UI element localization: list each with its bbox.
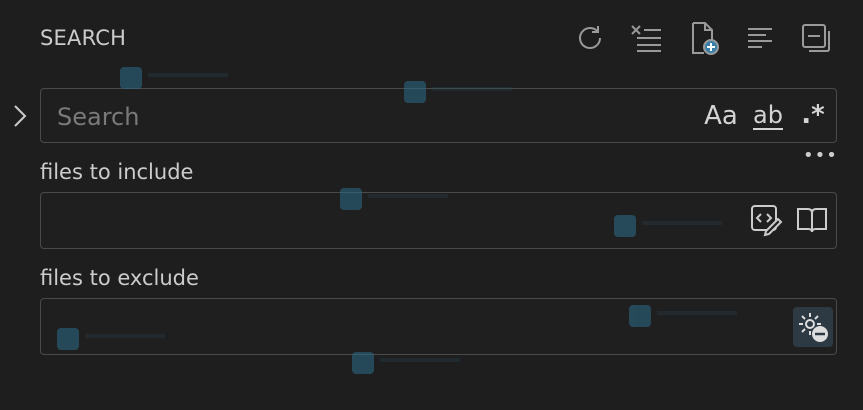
search-title: SEARCH	[40, 26, 127, 50]
watermark-logo	[352, 352, 460, 374]
watermark-logo	[340, 188, 448, 210]
clear-results-icon[interactable]	[626, 18, 666, 58]
use-regex-toggle[interactable]: .*	[796, 95, 830, 135]
search-input[interactable]	[55, 89, 679, 144]
watermark-logo	[57, 328, 165, 350]
files-to-include-label: files to include	[40, 160, 194, 184]
toggle-replace-chevron-icon[interactable]	[6, 96, 34, 136]
files-to-exclude-label: files to exclude	[40, 266, 199, 290]
watermark-logo	[120, 67, 228, 89]
refresh-icon[interactable]	[570, 18, 610, 58]
search-only-open-editors-icon[interactable]	[748, 202, 784, 238]
book-icon[interactable]	[794, 202, 830, 238]
files-to-exclude-box	[40, 298, 837, 356]
watermark-logo	[404, 81, 512, 103]
view-as-list-icon[interactable]	[740, 18, 780, 58]
watermark-logo	[614, 215, 722, 237]
whole-word-label: ab	[753, 101, 783, 130]
new-search-editor-icon[interactable]	[684, 18, 724, 58]
use-exclude-settings-gear-icon[interactable]	[793, 307, 833, 347]
match-whole-word-toggle[interactable]: ab	[746, 97, 790, 135]
search-toolbar	[570, 18, 840, 58]
collapse-all-icon[interactable]	[796, 18, 836, 58]
search-box: Aa ab .*	[40, 88, 837, 144]
match-case-toggle[interactable]: Aa	[701, 99, 741, 133]
toggle-search-details-button[interactable]: •••	[803, 147, 837, 168]
watermark-logo	[629, 305, 737, 327]
